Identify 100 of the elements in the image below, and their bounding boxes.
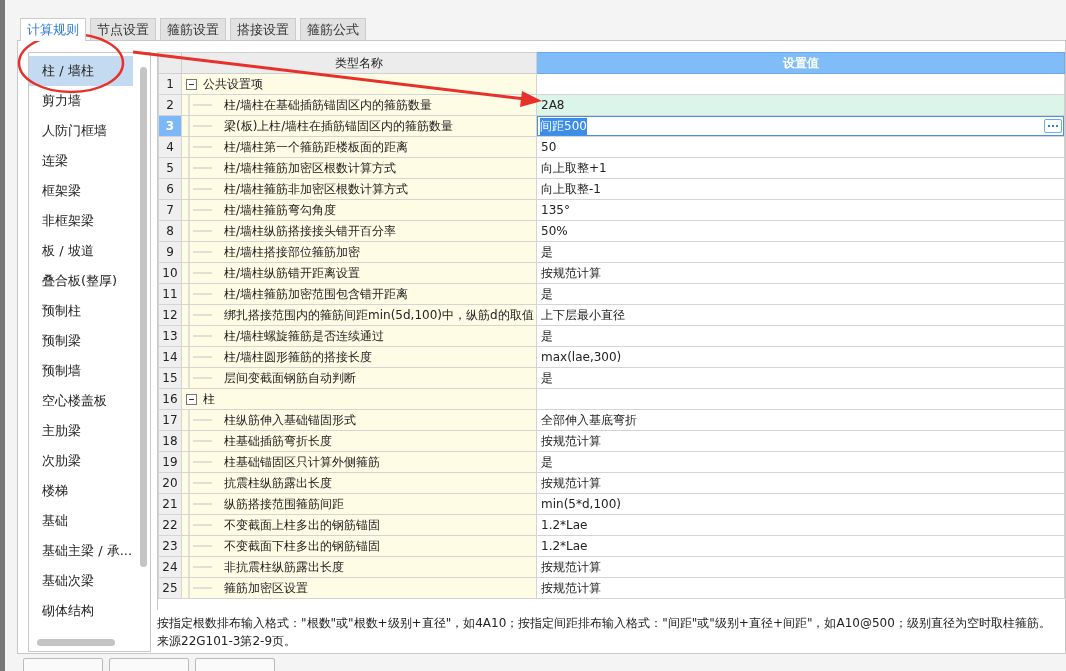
- setting-value[interactable]: [536, 73, 1065, 95]
- row-number: 19: [158, 451, 182, 473]
- tree-line: [188, 452, 214, 472]
- row-number: 11: [158, 283, 182, 305]
- category-item[interactable]: 预制墙: [29, 356, 133, 386]
- tree-line: [188, 494, 214, 514]
- category-item[interactable]: 连梁: [29, 146, 133, 176]
- row-number: 17: [158, 409, 182, 431]
- setting-value[interactable]: max(lae,300): [536, 346, 1065, 368]
- tree-line: [188, 557, 214, 577]
- scrollbar[interactable]: [140, 67, 147, 567]
- help-text: 按指定根数排布输入格式："根数"或"根数+级别+直径"，如4A10；按指定间距排布输入格式："间距"或"级别+直径+间距"，如A10@500；级别直径为空时取柱箍筋。来源22G101-3第2-9页。: [157, 615, 1052, 650]
- setting-value[interactable]: 是: [536, 241, 1065, 263]
- row-number: 24: [158, 556, 182, 578]
- row-number: 18: [158, 430, 182, 452]
- tree-line: [188, 200, 214, 220]
- category-item[interactable]: 楼梯: [29, 476, 133, 506]
- category-item[interactable]: 基础: [29, 506, 133, 536]
- row-number: 13: [158, 325, 182, 347]
- more-icon[interactable]: [1044, 119, 1062, 133]
- setting-value[interactable]: 50%: [536, 220, 1065, 242]
- tab[interactable]: 节点设置: [90, 18, 156, 40]
- setting-value[interactable]: [536, 388, 1065, 410]
- setting-name: 非抗震柱纵筋露出长度: [224, 558, 344, 576]
- category-item[interactable]: 非框架梁: [29, 206, 133, 236]
- category-item[interactable]: 主肋梁: [29, 416, 133, 446]
- tree-line: [188, 578, 214, 598]
- setting-name: 柱/墙柱在基础插筋锚固区内的箍筋数量: [224, 96, 433, 114]
- tree-line: [188, 473, 214, 493]
- row-number: 10: [158, 262, 182, 284]
- category-item[interactable]: 预制梁: [29, 326, 133, 356]
- setting-name: 层间变截面钢筋自动判断: [224, 369, 356, 387]
- column-header: 设置值: [536, 52, 1065, 74]
- tree-line: [188, 305, 214, 325]
- setting-value[interactable]: 1.2*Lae: [536, 535, 1065, 557]
- setting-name: 柱/墙柱搭接部位箍筋加密: [224, 243, 361, 261]
- setting-value[interactable]: min(5*d,100): [536, 493, 1065, 515]
- setting-value[interactable]: 135°: [536, 199, 1065, 221]
- row-number: 20: [158, 472, 182, 494]
- setting-value[interactable]: 是: [536, 367, 1065, 389]
- setting-name: 梁(板)上柱/墙柱在插筋锚固区内的箍筋数量: [224, 117, 454, 135]
- setting-value[interactable]: 全部伸入基底弯折: [536, 409, 1065, 431]
- category-item[interactable]: 框架梁: [29, 176, 133, 206]
- collapse-icon[interactable]: [186, 393, 197, 405]
- category-item[interactable]: 次肋梁: [29, 446, 133, 476]
- setting-value[interactable]: 上下层最小直径: [536, 304, 1065, 326]
- setting-name: 不变截面上柱多出的钢筋锚固: [224, 516, 380, 534]
- setting-name: 抗震柱纵筋露出长度: [224, 474, 332, 492]
- category-item[interactable]: 砌体结构: [29, 596, 133, 626]
- row-number: 7: [158, 199, 182, 221]
- setting-value[interactable]: 向上取整+1: [536, 157, 1065, 179]
- group-label: 柱: [203, 390, 215, 408]
- category-item[interactable]: 基础次梁: [29, 566, 133, 596]
- setting-name: 柱/墙柱螺旋箍筋是否连续通过: [224, 327, 385, 345]
- tree-line: [188, 431, 214, 451]
- scrollbar[interactable]: [37, 639, 115, 646]
- tab[interactable]: 箍筋设置: [160, 18, 226, 40]
- category-item[interactable]: 板 / 坡道: [29, 236, 133, 266]
- setting-value[interactable]: 50: [536, 136, 1065, 158]
- tab[interactable]: 计算规则: [20, 18, 86, 41]
- row-number: 12: [158, 304, 182, 326]
- setting-value[interactable]: 按规范计算: [536, 577, 1065, 599]
- setting-name: 柱/墙柱箍筋弯勾角度: [224, 201, 337, 219]
- setting-value[interactable]: 是: [536, 325, 1065, 347]
- setting-value[interactable]: 按规范计算: [536, 472, 1065, 494]
- setting-value[interactable]: 按规范计算: [536, 262, 1065, 284]
- group-label: 公共设置项: [203, 75, 263, 93]
- collapse-icon[interactable]: [186, 78, 197, 90]
- row-number: 8: [158, 220, 182, 242]
- setting-value[interactable]: 1.2*Lae: [536, 514, 1065, 536]
- setting-value[interactable]: 按规范计算: [536, 556, 1065, 578]
- setting-value[interactable]: 向上取整-1: [536, 178, 1065, 200]
- tree-line: [188, 284, 214, 304]
- category-item[interactable]: 基础主梁 / 承...: [29, 536, 133, 566]
- setting-value[interactable]: 是: [536, 283, 1065, 305]
- setting-name: 柱/墙柱箍筋非加密区根数计算方式: [224, 180, 409, 198]
- category-item[interactable]: 人防门框墙: [29, 116, 133, 146]
- setting-value[interactable]: 按规范计算: [536, 430, 1065, 452]
- setting-value[interactable]: 是: [536, 451, 1065, 473]
- tree-line: [188, 347, 214, 367]
- category-item[interactable]: 预制柱: [29, 296, 133, 326]
- row-number: 16: [158, 388, 182, 410]
- category-item[interactable]: 剪力墙: [29, 86, 133, 116]
- row-number: 25: [158, 577, 182, 599]
- setting-name: 绑扎搭接范围内的箍筋间距min(5d,100)中，纵筋d的取值: [224, 306, 534, 324]
- setting-name: 柱/墙柱箍筋加密范围包含错开距离: [224, 285, 409, 303]
- column-header: 类型名称: [181, 52, 537, 74]
- setting-name: 柱基础插筋弯折长度: [224, 432, 332, 450]
- category-item[interactable]: 叠合板(整厚): [29, 266, 133, 296]
- setting-name: 不变截面下柱多出的钢筋锚固: [224, 537, 380, 555]
- category-item[interactable]: 柱 / 墙柱: [29, 56, 133, 86]
- setting-name: 柱/墙柱纵筋错开距离设置: [224, 264, 361, 282]
- setting-name: 柱/墙柱箍筋加密区根数计算方式: [224, 159, 397, 177]
- tab[interactable]: 搭接设置: [230, 18, 296, 40]
- setting-name: 柱纵筋伸入基础锚固形式: [224, 411, 356, 429]
- tab[interactable]: 箍筋公式: [300, 18, 366, 40]
- tree-line: [188, 410, 214, 430]
- setting-value[interactable]: 2A8: [536, 94, 1065, 116]
- category-item[interactable]: 空心楼盖板: [29, 386, 133, 416]
- tree-line: [188, 263, 214, 283]
